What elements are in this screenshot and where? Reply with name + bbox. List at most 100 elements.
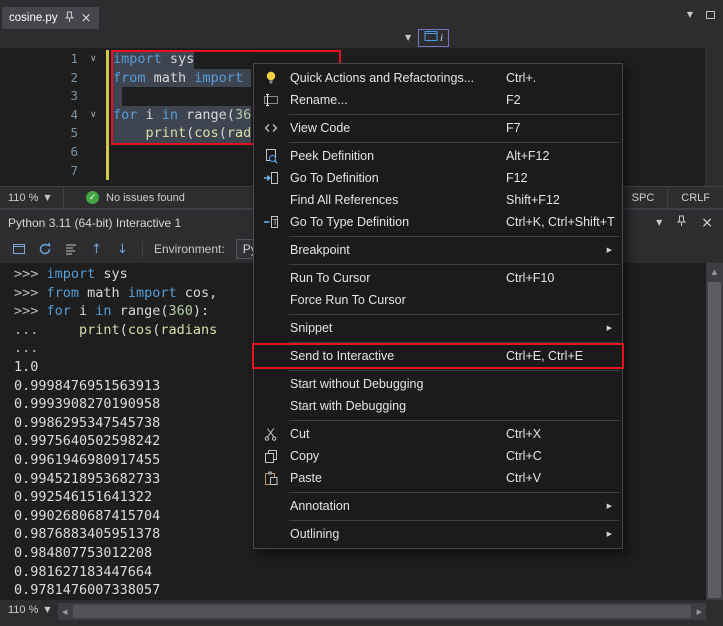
editor-scrollbar-strip[interactable] [705, 48, 723, 186]
menu-icon-placeholder [262, 348, 280, 364]
menu-item-label: Find All References [290, 193, 398, 207]
paste-icon [262, 470, 280, 486]
menu-item-peek-definition[interactable]: Peek DefinitionAlt+F12 [254, 145, 622, 167]
scrollbar-thumb[interactable] [708, 282, 721, 598]
menu-item-rename[interactable]: Rename... F2 [254, 89, 622, 111]
code-segment: >>> [14, 303, 47, 319]
issues-text: No issues found [106, 192, 185, 204]
code-segment: print [146, 125, 187, 141]
menu-item-copy[interactable]: CopyCtrl+C [254, 445, 622, 467]
menu-item-start-with-debugging[interactable]: Start with Debugging [254, 395, 622, 417]
menu-item-view-code[interactable]: View CodeF7 [254, 117, 622, 139]
window-position-chevron-icon[interactable]: ▼ [656, 219, 662, 227]
code-segment: 0.981627183447664 [14, 564, 152, 580]
menu-item-go-to-definition[interactable]: Go To DefinitionF12 [254, 167, 622, 189]
window-list-icon[interactable] [706, 11, 715, 19]
code-segment: ): [193, 303, 209, 319]
close-icon[interactable]: × [701, 216, 713, 230]
code-segment: for [113, 107, 137, 123]
menu-item-label: Annotation [290, 499, 350, 513]
menu-item-breakpoint[interactable]: Breakpoint▶ [254, 239, 622, 261]
toolbar-chevron-down-icon[interactable]: ▼ [405, 34, 411, 42]
fold-chevron-icon[interactable]: ∨ [90, 50, 97, 69]
menu-item-shortcut: Ctrl+K, Ctrl+Shift+T [506, 215, 615, 229]
fold-chevron-icon[interactable]: ∨ [90, 106, 97, 125]
peek-definition-icon [262, 148, 280, 164]
zoom-chevron-down-icon: ▼ [44, 194, 50, 202]
history-previous-icon[interactable]: ↑ [88, 241, 105, 258]
code-segment: 0.9986295347545738 [14, 415, 160, 431]
console-line: 0.9781476007338057 [14, 581, 706, 600]
menu-item-annotation[interactable]: Annotation▶ [254, 495, 622, 517]
go-to-definition-icon [262, 170, 280, 186]
scroll-right-icon[interactable]: ▶ [697, 608, 702, 616]
interactive-window-button[interactable]: i [418, 29, 449, 47]
menu-item-quick-actions-and-refactorings[interactable]: Quick Actions and Refactorings...Ctrl+. [254, 67, 622, 89]
line-number: 5 [38, 124, 78, 143]
menu-item-label: Rename... [290, 93, 348, 107]
menu-icon-placeholder [262, 242, 280, 258]
editor-zoom-control[interactable]: 110 % ▼ [0, 187, 64, 208]
menu-item-paste[interactable]: PasteCtrl+V [254, 467, 622, 489]
menu-item-label: Force Run To Cursor [290, 293, 406, 307]
line-ending-indicator[interactable]: CRLF [667, 187, 723, 208]
code-segment: for [47, 303, 71, 319]
line-number: 3 [38, 87, 78, 106]
interactive-zoom-control[interactable]: 110 % ▼ [8, 604, 51, 616]
pin-icon[interactable] [676, 215, 687, 230]
line-ending-text: CRLF [681, 192, 710, 204]
scroll-up-icon[interactable]: ▲ [706, 268, 723, 276]
scrollbar-thumb[interactable] [73, 605, 691, 618]
interactive-bottom-bar: 110 % ▼ ◀ ▶ [0, 600, 723, 626]
menu-item-send-to-interactive[interactable]: Send to InteractiveCtrl+E, Ctrl+E [254, 345, 622, 367]
horizontal-scrollbar[interactable]: ◀ ▶ [58, 603, 706, 620]
menu-item-run-to-cursor[interactable]: Run To CursorCtrl+F10 [254, 267, 622, 289]
zoom-chevron-down-icon: ▼ [44, 606, 50, 614]
menu-separator [289, 314, 619, 315]
restart-icon[interactable] [36, 241, 53, 258]
chevron-down-icon[interactable]: ▼ [687, 11, 693, 19]
menu-separator [289, 114, 619, 115]
cut-icon [262, 426, 280, 442]
indent-mode-indicator[interactable]: SPC [618, 187, 668, 208]
interactive-window-title: Python 3.11 (64-bit) Interactive 1 [8, 216, 181, 230]
menu-item-go-to-type-definition[interactable]: TGo To Type DefinitionCtrl+K, Ctrl+Shift… [254, 211, 622, 233]
tab-cosine-py[interactable]: cosine.py × [2, 7, 99, 29]
code-segment: i [71, 303, 95, 319]
menu-item-shortcut: F2 [506, 93, 521, 107]
code-segment: in [95, 303, 111, 319]
menu-item-label: Start with Debugging [290, 399, 406, 413]
menu-item-force-run-to-cursor[interactable]: Force Run To Cursor [254, 289, 622, 311]
menu-icon-placeholder [262, 320, 280, 336]
scroll-left-icon[interactable]: ◀ [62, 608, 67, 616]
menu-item-outlining[interactable]: Outlining▶ [254, 523, 622, 545]
editor-zoom-value: 110 % [8, 192, 38, 204]
menu-item-find-all-references[interactable]: Find All ReferencesShift+F12 [254, 189, 622, 211]
code-segment: print [79, 322, 120, 338]
code-segment: import [113, 51, 162, 67]
code-segment: 1.0 [14, 359, 38, 375]
menu-item-label: Go To Type Definition [290, 215, 409, 229]
menu-item-label: View Code [290, 121, 350, 135]
clear-screen-icon[interactable] [62, 241, 79, 258]
history-next-icon[interactable]: ↓ [114, 241, 131, 258]
vertical-scrollbar[interactable]: ▲ [706, 263, 723, 600]
menu-item-label: Peek Definition [290, 149, 374, 163]
line-number: 6 [38, 143, 78, 162]
menu-item-cut[interactable]: CutCtrl+X [254, 423, 622, 445]
close-icon[interactable]: × [81, 12, 92, 25]
pin-icon[interactable] [64, 11, 75, 26]
menu-item-start-without-debugging[interactable]: Start without Debugging [254, 373, 622, 395]
code-segment: from [113, 70, 146, 86]
code-segment: sys [95, 266, 128, 282]
rename-icon [262, 92, 280, 108]
menu-item-label: Send to Interactive [290, 349, 394, 363]
code-segment: 360 [168, 303, 192, 319]
code-segment [47, 322, 80, 338]
reset-window-icon[interactable] [10, 241, 27, 258]
menu-item-snippet[interactable]: Snippet▶ [254, 317, 622, 339]
menu-item-label: Outlining [290, 527, 339, 541]
toolbar-separator [142, 241, 143, 257]
document-well-controls: ▼ [687, 11, 715, 19]
menu-separator [289, 342, 619, 343]
